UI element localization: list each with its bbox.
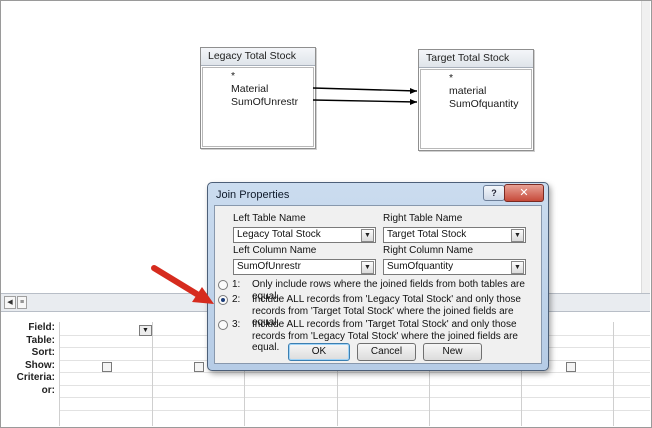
row-label-sort: Sort: [31, 347, 55, 358]
show-checkbox[interactable] [566, 362, 576, 372]
chevron-down-icon[interactable]: ▼ [511, 229, 524, 242]
row-label-criteria: Criteria: [16, 372, 55, 383]
right-column-select[interactable]: SumOfquantity ▼ [383, 259, 526, 275]
dialog-title: Join Properties [216, 189, 290, 201]
right-table-value: Target Total Stock [387, 229, 467, 240]
option-number: 3: [232, 319, 241, 330]
dialog-body: Left Table Name Legacy Total Stock ▼ Rig… [214, 205, 542, 364]
left-table-value: Legacy Total Stock [237, 229, 321, 240]
row-label-table: Table: [26, 334, 55, 346]
right-table-select[interactable]: Target Total Stock ▼ [383, 227, 526, 243]
grid-row-labels: Field: Table: Sort: Show: Criteria: or: [1, 322, 59, 397]
new-button[interactable]: New [423, 343, 482, 361]
left-column-name-label: Left Column Name [233, 245, 317, 256]
right-column-name-label: Right Column Name [383, 245, 474, 256]
scroll-thumb[interactable]: ≡ [17, 296, 27, 309]
row-label-field: Field: [28, 322, 55, 333]
close-button[interactable]: ✕ [504, 184, 544, 202]
join-properties-dialog: Join Properties ? ✕ Left Table Name Lega… [207, 182, 549, 371]
grid-column[interactable] [613, 322, 614, 426]
grid-rule [59, 410, 650, 411]
right-column-value: SumOfquantity [387, 261, 454, 272]
radio-button[interactable] [218, 320, 228, 330]
right-table-name-label: Right Table Name [383, 213, 463, 224]
help-button[interactable]: ? [483, 185, 505, 201]
grid-rule [59, 397, 650, 398]
field-dropdown-icon[interactable]: ▼ [139, 325, 152, 336]
chevron-down-icon[interactable]: ▼ [361, 261, 374, 274]
left-table-select[interactable]: Legacy Total Stock ▼ [233, 227, 376, 243]
annotation-arrow [151, 265, 214, 304]
left-table-name-label: Left Table Name [233, 213, 306, 224]
cancel-button[interactable]: Cancel [357, 343, 416, 361]
chevron-down-icon[interactable]: ▼ [361, 229, 374, 242]
option-number: 2: [232, 294, 241, 305]
row-label-show: Show: [25, 359, 55, 371]
grid-column[interactable] [59, 322, 60, 426]
grid-rule [59, 385, 650, 386]
row-label-or: or: [41, 384, 55, 396]
left-column-value: SumOfUnrestr [237, 261, 301, 272]
ok-button[interactable]: OK [288, 343, 350, 361]
grid-column[interactable] [152, 322, 153, 426]
scroll-left-icon[interactable]: ◀ [4, 296, 16, 309]
grid-rule [59, 372, 650, 373]
chevron-down-icon[interactable]: ▼ [511, 261, 524, 274]
left-column-select[interactable]: SumOfUnrestr ▼ [233, 259, 376, 275]
show-checkbox[interactable] [194, 362, 204, 372]
show-checkbox[interactable] [102, 362, 112, 372]
option-number: 1: [232, 279, 241, 290]
